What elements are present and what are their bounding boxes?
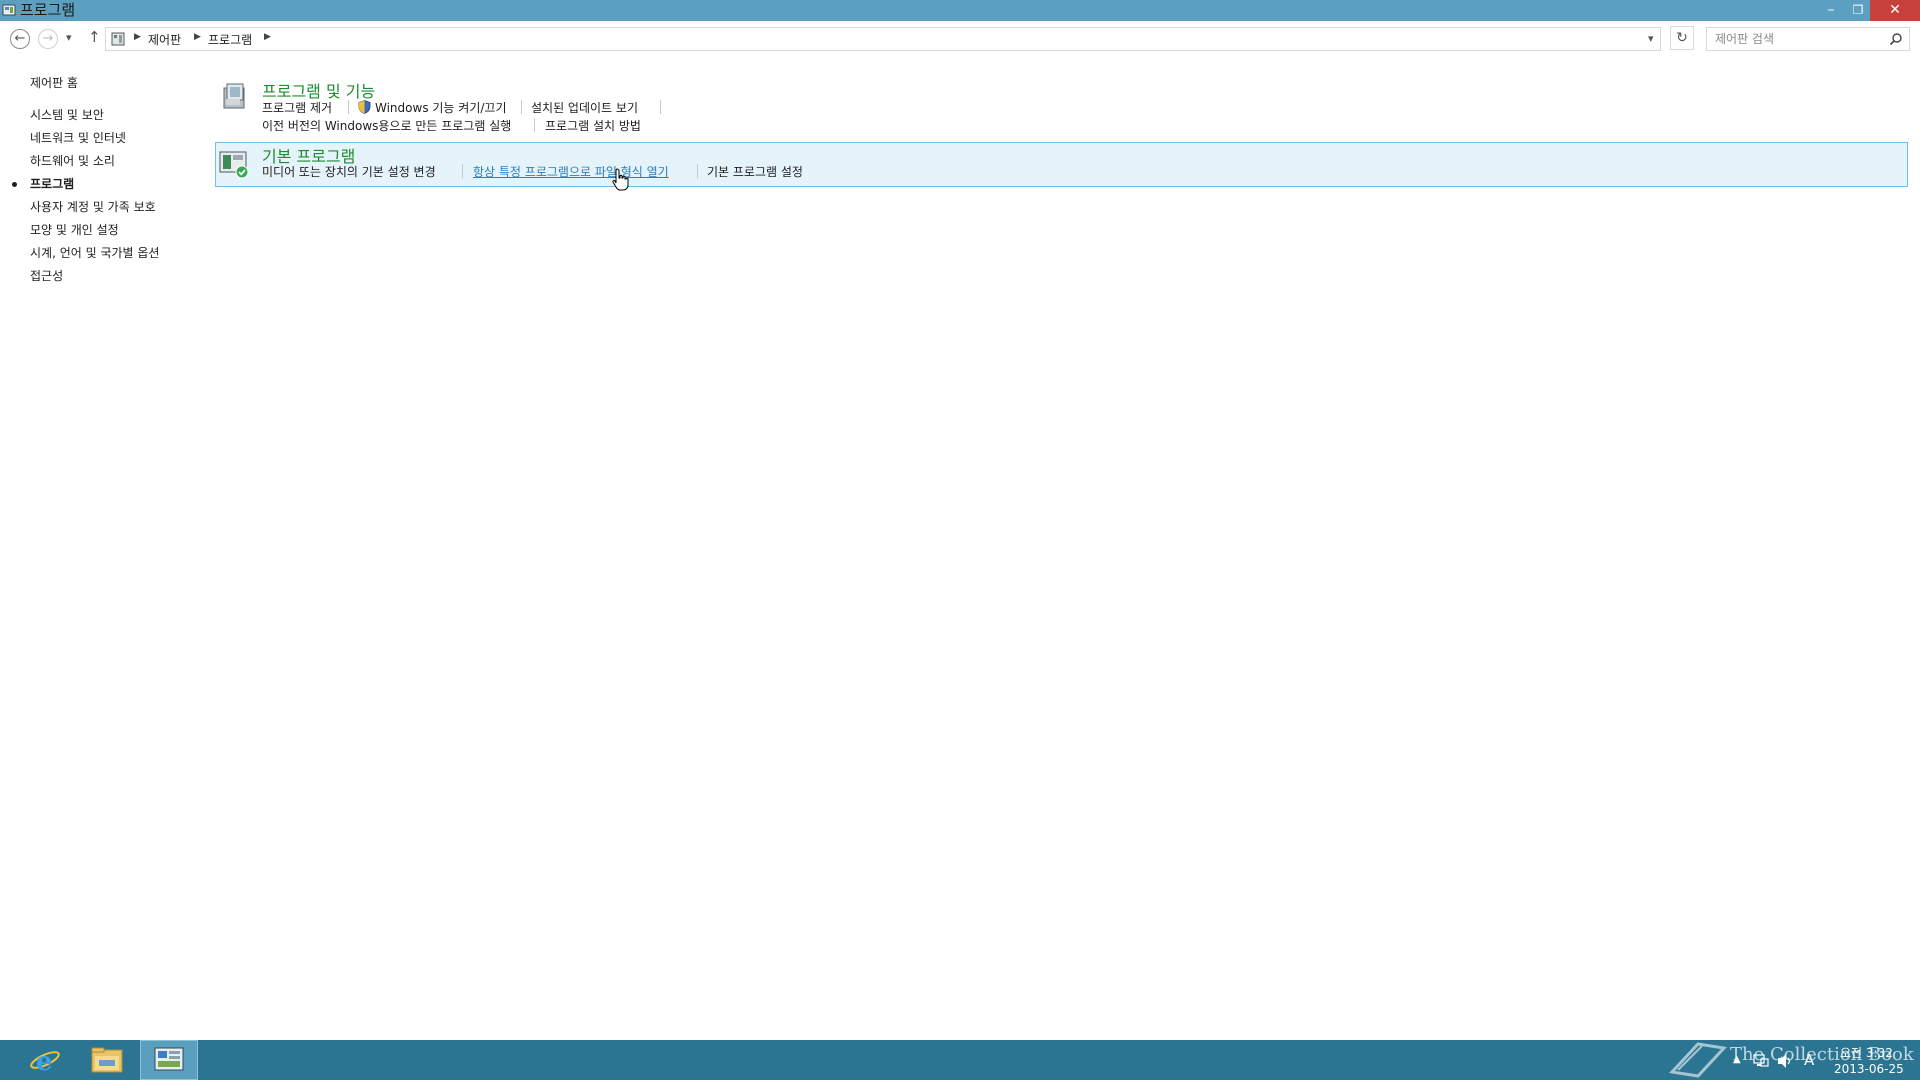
task-run-older-programs[interactable]: 이전 버전의 Windows용으로 만든 프로그램 실행 [262, 117, 511, 134]
task-media-device-defaults[interactable]: 미디어 또는 장치의 기본 설정 변경 [262, 163, 436, 180]
search-box[interactable] [1706, 27, 1910, 51]
breadcrumb-separator-icon: ▶ [194, 32, 201, 42]
sidebar-item-appearance[interactable]: 모양 및 개인 설정 [30, 221, 119, 238]
sidebar-item-ease-of-access[interactable]: 접근성 [30, 267, 63, 284]
network-icon[interactable] [1753, 1054, 1769, 1068]
task-associate-file-type[interactable]: 항상 특정 프로그램으로 파일 형식 열기 [473, 163, 669, 180]
minimize-button[interactable]: – [1818, 0, 1844, 21]
control-panel-icon [111, 32, 125, 46]
address-bar[interactable]: ▶ 제어판 ▶ 프로그램 ▶ [105, 27, 1661, 51]
forward-button[interactable]: → [38, 29, 58, 49]
task-turn-windows-features[interactable]: Windows 기능 켜기/끄기 [375, 99, 506, 116]
category-programs-features: 프로그램 및 기능 프로그램 제거 Windows 기능 켜기/끄기 설치된 업… [215, 76, 1908, 136]
sidebar-item-programs[interactable]: 프로그램 [30, 175, 74, 192]
taskbar: e [0, 1040, 1920, 1080]
svg-text:e: e [36, 1047, 53, 1075]
address-row: ← → ▾ ↑ ▶ 제어판 ▶ 프로그램 ▶ [0, 25, 1920, 55]
refresh-button[interactable]: ↻ [1670, 26, 1694, 50]
task-view-installed-updates[interactable]: 설치된 업데이트 보기 [531, 99, 638, 116]
sidebar-item-hardware-sound[interactable]: 하드웨어 및 소리 [30, 152, 115, 169]
active-bullet-icon [12, 182, 17, 187]
task-how-to-install-program[interactable]: 프로그램 설치 방법 [545, 117, 641, 134]
close-button[interactable]: ✕ [1870, 0, 1920, 21]
up-arrow-icon[interactable]: ↑ [88, 28, 101, 46]
sidebar-item-network-internet[interactable]: 네트워크 및 인터넷 [30, 129, 126, 146]
divider [660, 100, 661, 114]
uac-shield-icon [358, 100, 371, 114]
hand-cursor-icon [612, 168, 629, 191]
category-default-programs: 기본 프로그램 미디어 또는 장치의 기본 설정 변경 항상 특정 프로그램으로… [215, 142, 1908, 187]
show-hidden-icons-chevron-icon[interactable]: ▲ [1733, 1054, 1741, 1065]
ime-indicator[interactable]: A [1804, 1051, 1814, 1069]
task-uninstall-program[interactable]: 프로그램 제거 [262, 99, 332, 116]
task-set-default-programs[interactable]: 기본 프로그램 설정 [707, 163, 803, 180]
address-dropdown-chevron-icon[interactable]: ▾ [1648, 32, 1654, 45]
taskbar-internet-explorer[interactable]: e [16, 1040, 74, 1080]
divider [697, 164, 698, 178]
default-programs-icon [219, 151, 249, 179]
divider [534, 118, 535, 132]
clock-date[interactable]: 2013-06-25 [1834, 1062, 1904, 1076]
breadcrumb-programs[interactable]: 프로그램 [208, 31, 252, 48]
taskbar-file-explorer[interactable] [78, 1040, 136, 1080]
divider [348, 100, 349, 114]
title-bar: 프로그램 – ❐ ✕ [0, 0, 1920, 21]
divider [521, 100, 522, 114]
control-panel-icon [2, 4, 16, 16]
control-panel-icon [154, 1047, 184, 1071]
breadcrumb-separator-icon: ▶ [134, 32, 141, 42]
taskbar-control-panel[interactable] [140, 1040, 198, 1080]
back-button[interactable]: ← [10, 29, 30, 49]
sidebar-item-user-accounts[interactable]: 사용자 계정 및 가족 보호 [30, 198, 156, 215]
programs-features-icon [223, 83, 245, 109]
internet-explorer-icon: e [30, 1047, 60, 1075]
search-input[interactable] [1713, 31, 1887, 47]
sidebar-item-control-panel-home[interactable]: 제어판 홈 [30, 74, 78, 91]
folder-icon [91, 1047, 123, 1073]
sidebar-item-clock-language-region[interactable]: 시계, 언어 및 국가별 옵션 [30, 244, 159, 261]
restore-button[interactable]: ❐ [1845, 0, 1871, 21]
breadcrumb-control-panel[interactable]: 제어판 [148, 31, 181, 48]
clock-time[interactable]: 오전 3:32 [1840, 1044, 1893, 1061]
sidebar-item-system-security[interactable]: 시스템 및 보안 [30, 106, 104, 123]
breadcrumb-separator-icon: ▶ [264, 32, 271, 42]
divider [462, 164, 463, 178]
recent-locations-chevron-icon[interactable]: ▾ [66, 31, 72, 44]
search-icon[interactable] [1889, 32, 1903, 46]
speaker-icon[interactable] [1776, 1053, 1794, 1069]
window-title: 프로그램 [20, 1, 76, 19]
